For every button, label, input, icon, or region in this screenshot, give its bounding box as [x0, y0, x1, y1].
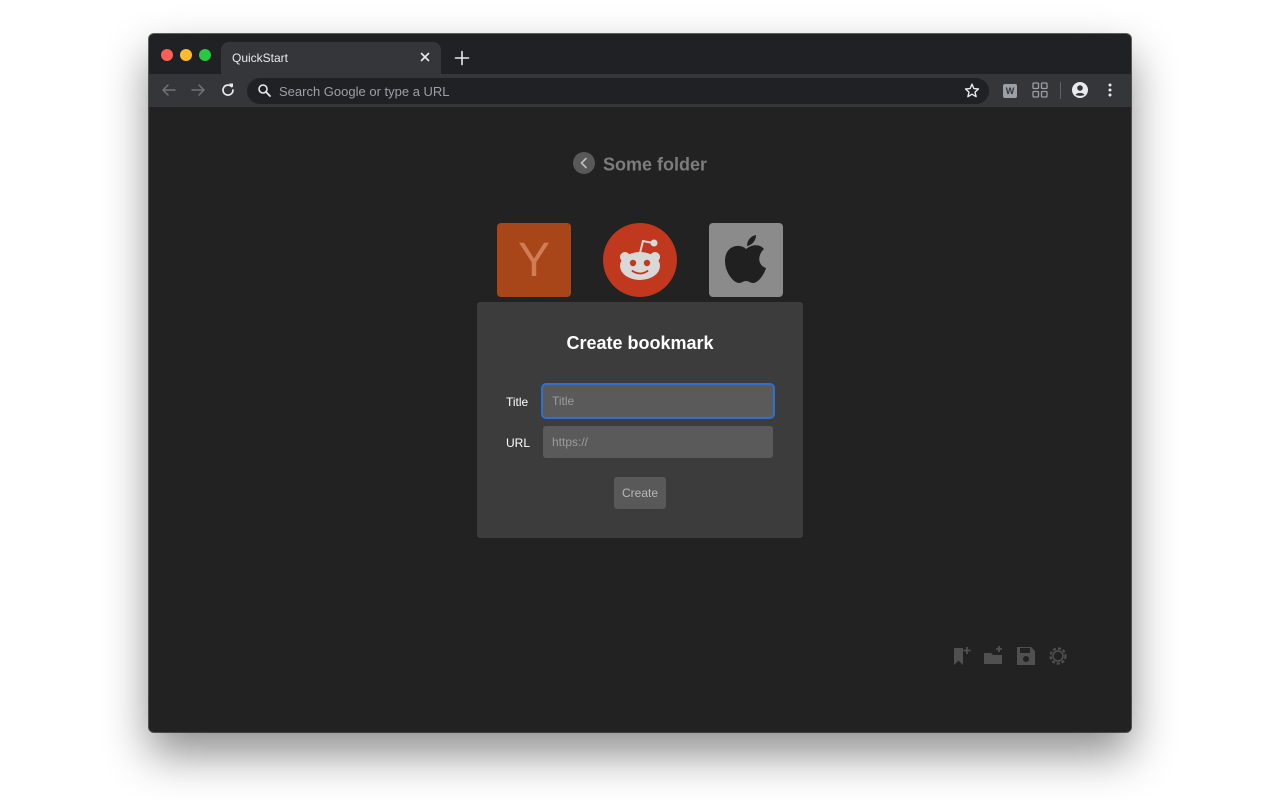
dialog-title: Create bookmark	[566, 333, 714, 353]
settings-icon[interactable]	[1047, 645, 1069, 667]
close-icon[interactable]	[417, 49, 433, 65]
apple-icon	[725, 235, 766, 283]
tab-title: QuickStart	[232, 51, 289, 65]
bookmark-tile-ycombinator[interactable]: Y	[497, 223, 571, 297]
reload-icon[interactable]	[219, 81, 237, 99]
folder-title: Some folder	[602, 154, 708, 175]
title-field-label: Title	[506, 395, 529, 409]
bookmark-tile-apple[interactable]	[709, 223, 783, 297]
back-arrow-icon[interactable]	[160, 81, 178, 99]
star-icon[interactable]	[963, 82, 981, 100]
page-content: Some folder Y Create bookmark Title Titl…	[149, 107, 1131, 732]
omnibox[interactable]: Search Google or type a URL	[247, 78, 989, 104]
folder-header: Some folder	[149, 152, 1131, 176]
plus-icon[interactable]	[453, 49, 471, 67]
browser-toolbar: Search Google or type a URL W	[149, 74, 1131, 107]
url-input[interactable]	[543, 426, 773, 458]
tab-quickstart[interactable]: QuickStart	[221, 42, 441, 74]
save-icon[interactable]	[1015, 645, 1037, 667]
minimize-window-button[interactable]	[180, 49, 192, 61]
ycombinator-logo: Y	[517, 234, 550, 287]
grid-icon[interactable]	[1031, 81, 1049, 99]
profile-icon[interactable]	[1071, 81, 1089, 99]
add-folder-icon[interactable]	[983, 645, 1005, 667]
bookmark-tile-reddit[interactable]	[603, 223, 677, 297]
search-icon	[257, 83, 272, 98]
url-field-label: URL	[506, 436, 531, 450]
more-vertical-icon[interactable]	[1101, 81, 1119, 99]
create-button[interactable]: Create	[614, 477, 666, 509]
close-window-button[interactable]	[161, 49, 173, 61]
create-bookmark-dialog: Create bookmark Title URL Create	[477, 302, 803, 538]
folder-back-button[interactable]	[572, 152, 595, 174]
omnibox-placeholder: Search Google or type a URL	[279, 84, 450, 99]
forward-arrow-icon[interactable]	[189, 81, 207, 99]
reddit-icon	[603, 223, 677, 297]
title-input[interactable]	[543, 385, 773, 417]
extension-w-icon[interactable]: W	[1003, 84, 1017, 98]
add-bookmark-icon[interactable]	[951, 645, 973, 667]
browser-window: QuickStart Search Google or type a URL W…	[149, 34, 1131, 732]
zoom-window-button[interactable]	[199, 49, 211, 61]
tab-strip: QuickStart	[149, 34, 1131, 74]
toolbar-divider	[1060, 82, 1061, 99]
